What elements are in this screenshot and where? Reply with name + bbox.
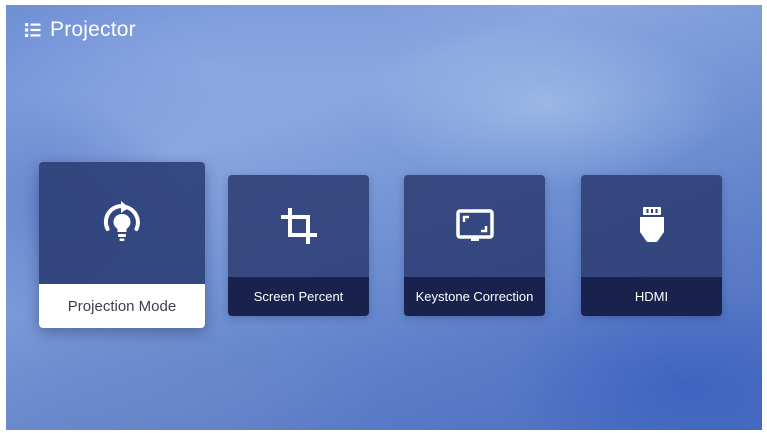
projector-screen: Projector Projection Mode Screen Percent	[6, 5, 762, 430]
card-label: Keystone Correction	[404, 277, 545, 316]
card-label: HDMI	[581, 277, 722, 316]
hdmi-icon	[639, 207, 664, 242]
page-title: Projector	[50, 18, 136, 41]
hdmi-card[interactable]: HDMI	[581, 175, 722, 316]
projection-mode-card[interactable]: Projection Mode	[39, 162, 205, 328]
menu-list-icon[interactable]	[24, 21, 42, 39]
crop-icon	[280, 208, 317, 244]
keystone-screen-icon	[455, 209, 494, 241]
card-label: Projection Mode	[39, 284, 205, 328]
card-label: Screen Percent	[228, 277, 369, 316]
projection-mode-icon	[103, 201, 140, 241]
page-header: Projector	[24, 18, 136, 42]
keystone-correction-card[interactable]: Keystone Correction	[404, 175, 545, 316]
screen-percent-card[interactable]: Screen Percent	[228, 175, 369, 316]
